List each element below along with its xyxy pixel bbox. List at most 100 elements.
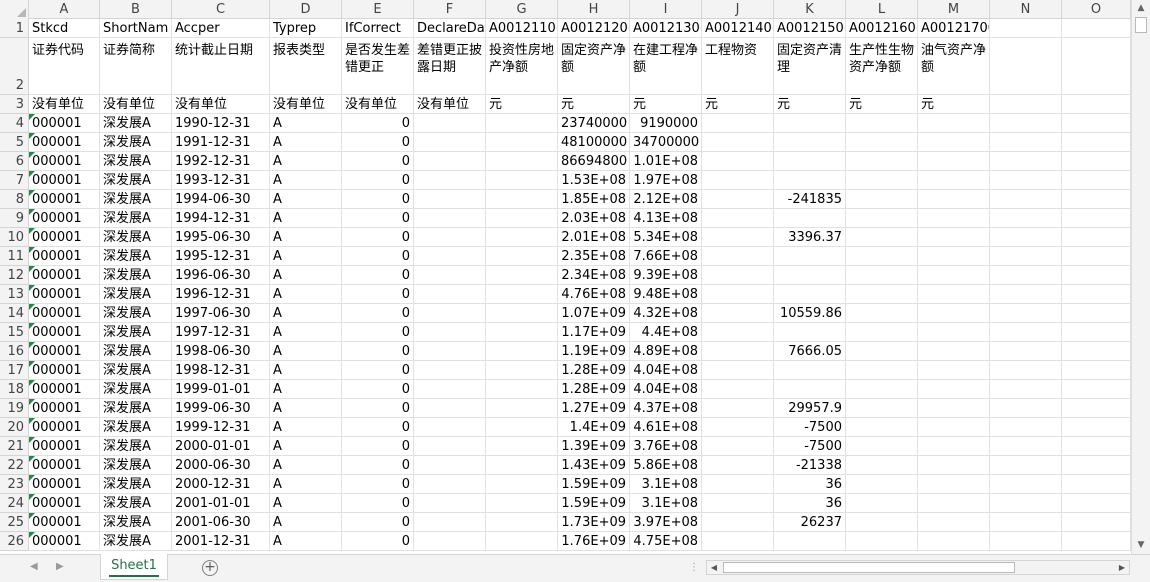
row-header-13[interactable]: 13 bbox=[0, 285, 29, 304]
cell-i5[interactable]: 34700000 bbox=[630, 133, 702, 152]
cell-k17[interactable] bbox=[774, 361, 846, 380]
cell-o15[interactable] bbox=[1062, 323, 1131, 342]
cell-m13[interactable] bbox=[918, 285, 990, 304]
cell-c5[interactable]: 1991-12-31 bbox=[172, 133, 270, 152]
cell-e25[interactable]: 0 bbox=[342, 513, 414, 532]
cell-o3[interactable] bbox=[1062, 95, 1131, 114]
cell-k16[interactable]: 7666.05 bbox=[774, 342, 846, 361]
row-header-2[interactable]: 2 bbox=[0, 38, 29, 95]
cell-m9[interactable] bbox=[918, 209, 990, 228]
column-header-e[interactable]: E bbox=[342, 0, 414, 19]
cell-f1[interactable]: DeclareDat bbox=[414, 19, 486, 38]
cell-i8[interactable]: 2.12E+08 bbox=[630, 190, 702, 209]
cell-n21[interactable] bbox=[990, 437, 1062, 456]
cell-c25[interactable]: 2001-06-30 bbox=[172, 513, 270, 532]
cell-f4[interactable] bbox=[414, 114, 486, 133]
cell-b13[interactable]: 深发展A bbox=[100, 285, 172, 304]
cell-n12[interactable] bbox=[990, 266, 1062, 285]
cell-g26[interactable] bbox=[486, 532, 558, 551]
row-header-12[interactable]: 12 bbox=[0, 266, 29, 285]
cell-n24[interactable] bbox=[990, 494, 1062, 513]
cell-b18[interactable]: 深发展A bbox=[100, 380, 172, 399]
cell-e20[interactable]: 0 bbox=[342, 418, 414, 437]
cell-h11[interactable]: 2.35E+08 bbox=[558, 247, 630, 266]
cell-j16[interactable] bbox=[702, 342, 774, 361]
cell-l2[interactable]: 生产性生物资产净额 bbox=[846, 38, 918, 95]
cell-e4[interactable]: 0 bbox=[342, 114, 414, 133]
cell-j26[interactable] bbox=[702, 532, 774, 551]
cell-j14[interactable] bbox=[702, 304, 774, 323]
cell-i7[interactable]: 1.97E+08 bbox=[630, 171, 702, 190]
horizontal-scroll-thumb[interactable] bbox=[723, 562, 1015, 573]
cell-m20[interactable] bbox=[918, 418, 990, 437]
cell-e5[interactable]: 0 bbox=[342, 133, 414, 152]
cell-i26[interactable]: 4.75E+08 bbox=[630, 532, 702, 551]
cell-g5[interactable] bbox=[486, 133, 558, 152]
cell-b14[interactable]: 深发展A bbox=[100, 304, 172, 323]
cell-b11[interactable]: 深发展A bbox=[100, 247, 172, 266]
cell-b17[interactable]: 深发展A bbox=[100, 361, 172, 380]
cell-k20[interactable]: -7500 bbox=[774, 418, 846, 437]
cell-m22[interactable] bbox=[918, 456, 990, 475]
cell-j7[interactable] bbox=[702, 171, 774, 190]
cell-a7[interactable]: 000001 bbox=[29, 171, 100, 190]
cell-h8[interactable]: 1.85E+08 bbox=[558, 190, 630, 209]
cell-j24[interactable] bbox=[702, 494, 774, 513]
cell-m17[interactable] bbox=[918, 361, 990, 380]
cell-c3[interactable]: 没有单位 bbox=[172, 95, 270, 114]
cell-o17[interactable] bbox=[1062, 361, 1131, 380]
cell-d13[interactable]: A bbox=[270, 285, 342, 304]
cell-a10[interactable]: 000001 bbox=[29, 228, 100, 247]
cell-k8[interactable]: -241835 bbox=[774, 190, 846, 209]
row-header-1[interactable]: 1 bbox=[0, 19, 29, 38]
cell-k21[interactable]: -7500 bbox=[774, 437, 846, 456]
cell-f16[interactable] bbox=[414, 342, 486, 361]
column-header-b[interactable]: B bbox=[100, 0, 172, 19]
cell-n13[interactable] bbox=[990, 285, 1062, 304]
cell-f17[interactable] bbox=[414, 361, 486, 380]
cell-d1[interactable]: Typrep bbox=[270, 19, 342, 38]
add-sheet-button[interactable]: + bbox=[202, 560, 218, 576]
cell-l8[interactable] bbox=[846, 190, 918, 209]
cell-c19[interactable]: 1999-06-30 bbox=[172, 399, 270, 418]
cell-l11[interactable] bbox=[846, 247, 918, 266]
cell-c26[interactable]: 2001-12-31 bbox=[172, 532, 270, 551]
cell-e18[interactable]: 0 bbox=[342, 380, 414, 399]
cell-b24[interactable]: 深发展A bbox=[100, 494, 172, 513]
cell-i13[interactable]: 9.48E+08 bbox=[630, 285, 702, 304]
row-header-9[interactable]: 9 bbox=[0, 209, 29, 228]
cell-d4[interactable]: A bbox=[270, 114, 342, 133]
cell-j12[interactable] bbox=[702, 266, 774, 285]
cell-b4[interactable]: 深发展A bbox=[100, 114, 172, 133]
cell-i23[interactable]: 3.1E+08 bbox=[630, 475, 702, 494]
cell-d11[interactable]: A bbox=[270, 247, 342, 266]
cell-l9[interactable] bbox=[846, 209, 918, 228]
cell-i19[interactable]: 4.37E+08 bbox=[630, 399, 702, 418]
select-all-corner[interactable] bbox=[0, 0, 29, 19]
cell-a8[interactable]: 000001 bbox=[29, 190, 100, 209]
cell-f3[interactable]: 没有单位 bbox=[414, 95, 486, 114]
cell-n11[interactable] bbox=[990, 247, 1062, 266]
cell-o13[interactable] bbox=[1062, 285, 1131, 304]
cell-a6[interactable]: 000001 bbox=[29, 152, 100, 171]
cell-j11[interactable] bbox=[702, 247, 774, 266]
cell-b6[interactable]: 深发展A bbox=[100, 152, 172, 171]
cell-j3[interactable]: 元 bbox=[702, 95, 774, 114]
column-header-m[interactable]: M bbox=[918, 0, 990, 19]
cell-l23[interactable] bbox=[846, 475, 918, 494]
cell-d8[interactable]: A bbox=[270, 190, 342, 209]
cell-j21[interactable] bbox=[702, 437, 774, 456]
cell-g6[interactable] bbox=[486, 152, 558, 171]
cell-e11[interactable]: 0 bbox=[342, 247, 414, 266]
row-header-17[interactable]: 17 bbox=[0, 361, 29, 380]
cell-g14[interactable] bbox=[486, 304, 558, 323]
cell-f12[interactable] bbox=[414, 266, 486, 285]
cell-f24[interactable] bbox=[414, 494, 486, 513]
cell-l19[interactable] bbox=[846, 399, 918, 418]
cell-b21[interactable]: 深发展A bbox=[100, 437, 172, 456]
cell-g18[interactable] bbox=[486, 380, 558, 399]
cell-h9[interactable]: 2.03E+08 bbox=[558, 209, 630, 228]
cell-k2[interactable]: 固定资产清理 bbox=[774, 38, 846, 95]
cell-n14[interactable] bbox=[990, 304, 1062, 323]
cell-o14[interactable] bbox=[1062, 304, 1131, 323]
